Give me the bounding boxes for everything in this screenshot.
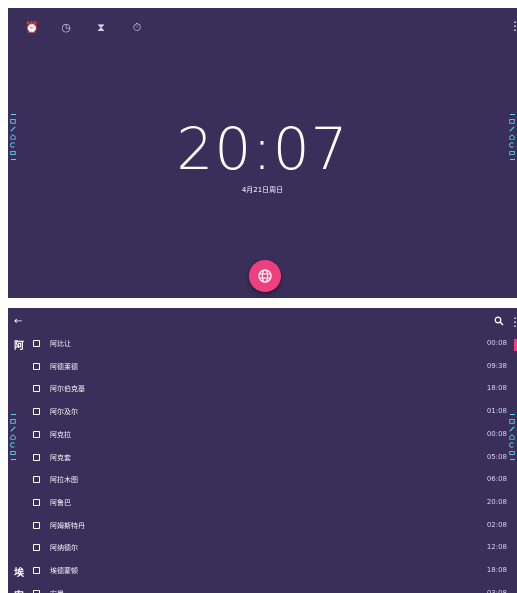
- left-edge-toolbar[interactable]: [9, 112, 17, 162]
- city-name: 阿姆斯特丹: [50, 521, 85, 530]
- edge-divider: [509, 414, 515, 415]
- pen-icon[interactable]: [10, 126, 16, 132]
- city-time: 18:08: [486, 384, 507, 393]
- city-row[interactable]: 阿尔及尔 01:08: [8, 402, 517, 424]
- back-icon[interactable]: [10, 442, 16, 448]
- city-time: 06:08: [486, 475, 507, 484]
- city-name: 阿比让: [50, 340, 71, 348]
- city-row[interactable]: 阿纳德尔 12:08: [8, 538, 517, 560]
- city-checkbox[interactable]: [33, 476, 40, 484]
- city-checkbox[interactable]: [33, 385, 40, 393]
- more-options-icon[interactable]: ⋮: [509, 316, 517, 328]
- home-icon[interactable]: [509, 134, 515, 140]
- clock-icon[interactable]: ◷: [59, 21, 73, 35]
- edge-divider: [10, 114, 16, 115]
- city-row[interactable]: 安 安曼 03:08: [8, 584, 517, 593]
- city-checkbox[interactable]: [33, 521, 40, 529]
- city-checkbox[interactable]: [33, 408, 40, 416]
- city-name: 阿鲁巴: [50, 498, 71, 507]
- edge-divider: [509, 114, 515, 115]
- recent-apps-icon[interactable]: [10, 450, 16, 456]
- current-date: 4月21日周日: [241, 186, 284, 194]
- city-checkbox[interactable]: [33, 362, 40, 370]
- stopwatch-icon[interactable]: ⏱: [130, 21, 144, 35]
- city-row[interactable]: 阿姆斯特丹 02:08: [8, 516, 517, 538]
- city-name: 阿克套: [50, 453, 71, 462]
- recent-apps-icon[interactable]: [509, 150, 515, 156]
- city-time: 09:38: [486, 361, 507, 370]
- city-name: 安曼: [50, 589, 64, 593]
- section-letter: 阿: [14, 341, 24, 352]
- hourglass-icon[interactable]: ⧗: [94, 21, 108, 35]
- more-options-icon[interactable]: ⋮: [509, 20, 517, 32]
- edge-divider: [509, 459, 515, 460]
- back-arrow-icon[interactable]: ←: [14, 316, 22, 327]
- edge-divider: [10, 414, 16, 415]
- city-row[interactable]: 阿鲁巴 20:08: [8, 493, 517, 515]
- screenshot-icon[interactable]: [10, 418, 16, 424]
- home-icon[interactable]: [10, 434, 16, 440]
- current-time: 20:07: [176, 115, 349, 183]
- city-name: 阿尔及尔: [50, 408, 78, 417]
- city-row[interactable]: 阿克套 05:08: [8, 448, 517, 470]
- screenshot-icon[interactable]: [10, 118, 16, 124]
- search-icon[interactable]: [494, 316, 504, 326]
- city-time: 00:08: [486, 429, 507, 438]
- right-edge-toolbar[interactable]: [508, 112, 516, 162]
- city-row[interactable]: 埃 埃德蒙顿 18:08: [8, 561, 517, 583]
- city-time: 18:08: [486, 566, 507, 574]
- pen-icon[interactable]: [10, 426, 16, 432]
- city-time: 03:08: [486, 588, 507, 593]
- city-time: 00:08: [486, 339, 507, 347]
- section-letter: 埃: [14, 568, 24, 579]
- city-checkbox[interactable]: [33, 544, 40, 552]
- back-icon[interactable]: [509, 442, 515, 448]
- edge-divider: [10, 159, 16, 160]
- edge-divider: [509, 159, 515, 160]
- city-name: 阿德莱德: [50, 362, 78, 371]
- recent-apps-icon[interactable]: [509, 450, 515, 456]
- edge-divider: [10, 459, 16, 460]
- city-row[interactable]: 阿 阿比让 00:08: [8, 334, 517, 356]
- city-time: 01:08: [486, 407, 507, 416]
- recent-apps-icon[interactable]: [10, 150, 16, 156]
- city-checkbox[interactable]: [33, 498, 40, 506]
- globe-icon: [258, 269, 272, 283]
- city-row[interactable]: 阿克拉 00:08: [8, 425, 517, 447]
- city-name: 阿克拉: [50, 430, 71, 439]
- screenshot-icon[interactable]: [509, 418, 515, 424]
- city-row[interactable]: 阿拉木图 06:08: [8, 470, 517, 492]
- home-icon[interactable]: [10, 134, 16, 140]
- city-checkbox[interactable]: [33, 430, 40, 438]
- city-name: 阿纳德尔: [50, 544, 78, 553]
- add-city-button[interactable]: [249, 260, 281, 292]
- city-row[interactable]: 阿德莱德 09:38: [8, 357, 517, 379]
- right-edge-toolbar[interactable]: [508, 412, 516, 462]
- city-row[interactable]: 阿尔伯克基 18:08: [8, 379, 517, 401]
- home-icon[interactable]: [509, 434, 515, 440]
- pen-icon[interactable]: [509, 126, 515, 132]
- back-icon[interactable]: [509, 142, 515, 148]
- city-time: 12:08: [486, 543, 507, 552]
- city-checkbox[interactable]: [33, 453, 40, 461]
- alarm-icon[interactable]: ⏰: [25, 21, 39, 35]
- city-checkbox[interactable]: [33, 340, 40, 347]
- clock-screen: ⏰ ◷ ⧗ ⏱ ⋮ 20:07 4月21日周日: [8, 8, 517, 298]
- screenshot-icon[interactable]: [509, 118, 515, 124]
- city-time: 20:08: [486, 497, 507, 506]
- pen-icon[interactable]: [509, 426, 515, 432]
- city-name: 阿拉木图: [50, 476, 78, 485]
- city-time: 05:08: [486, 452, 507, 461]
- city-name: 阿尔伯克基: [50, 385, 85, 394]
- left-edge-toolbar[interactable]: [9, 412, 17, 462]
- city-time: 02:08: [486, 520, 507, 529]
- back-icon[interactable]: [10, 142, 16, 148]
- city-name: 埃德蒙顿: [50, 567, 78, 575]
- city-picker-screen: ← ⋮ 阿 阿比让 00:08 阿德莱德 09:38 阿尔伯克基 18:08 阿尔及尔 01:0…: [8, 308, 517, 593]
- section-letter: 安: [12, 587, 26, 593]
- city-checkbox[interactable]: [33, 567, 40, 574]
